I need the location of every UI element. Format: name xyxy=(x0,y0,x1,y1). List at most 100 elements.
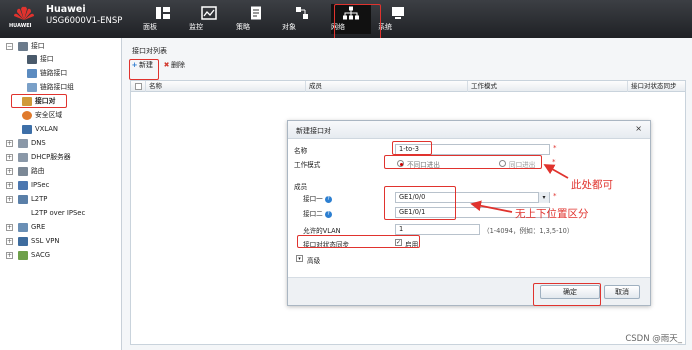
link-interface-icon xyxy=(27,69,37,78)
sidebar-item-l2tp-over-ipsec[interactable]: L2TP over IPSec xyxy=(0,207,122,220)
annotation-note-order: 无上下位置区分 xyxy=(515,208,589,220)
sidebar-item-gre[interactable]: + GRE xyxy=(0,221,122,234)
dialog-title: 新建接口对 xyxy=(296,127,331,135)
column-members[interactable]: 成员 xyxy=(305,81,467,92)
highlight-add-button xyxy=(129,59,159,80)
help-icon[interactable]: ? xyxy=(324,210,332,218)
chevron-down-icon[interactable]: ▾ xyxy=(538,192,549,203)
select-all-checkbox[interactable] xyxy=(135,83,142,90)
policy-icon xyxy=(251,6,261,20)
l2tp-icon xyxy=(18,195,28,204)
collapse-icon[interactable]: − xyxy=(6,43,13,50)
sidebar-item-security-zone[interactable]: 安全区域 xyxy=(0,109,122,122)
device-model: USG6000V1-ENSP xyxy=(46,16,123,26)
expand-icon[interactable]: + xyxy=(6,168,13,175)
sacg-icon xyxy=(18,251,28,260)
required-mark: * xyxy=(552,158,556,166)
interface-icon xyxy=(18,42,28,51)
highlight-ok-button xyxy=(533,283,601,306)
dashboard-icon xyxy=(156,7,170,19)
column-name[interactable]: 名称 xyxy=(145,81,305,92)
annotation-note-either: 此处都可 xyxy=(571,179,613,191)
nav-dashboard[interactable]: 面板 xyxy=(143,4,183,34)
expand-icon[interactable]: + xyxy=(6,154,13,161)
sidebar-item-dhcp-server[interactable]: + DHCP服务器 xyxy=(0,151,122,164)
device-title: Huawei xyxy=(46,4,86,15)
sidebar-item-ipsec[interactable]: + IPSec xyxy=(0,179,122,192)
highlight-name-input xyxy=(392,141,432,155)
nav-policy[interactable]: 策略 xyxy=(236,4,276,34)
cancel-button[interactable]: 取消 xyxy=(604,285,640,299)
column-work-mode[interactable]: 工作模式 xyxy=(467,81,627,92)
sidebar-item-vxlan[interactable]: VXLAN xyxy=(0,123,122,136)
if2-label: 接口二? xyxy=(303,208,332,218)
expand-icon[interactable]: + xyxy=(6,196,13,203)
device-info: Huawei USG6000V1-ENSP xyxy=(46,4,122,26)
gre-icon xyxy=(18,223,28,232)
nav-label: 面板 xyxy=(143,23,157,31)
close-icon[interactable]: × xyxy=(635,124,642,133)
vlan-label: 允许的VLAN xyxy=(303,227,341,235)
allowed-vlan-input[interactable]: 1 xyxy=(395,224,480,235)
vlan-hint: （1-4094，例如：1,3,5-10） xyxy=(483,227,574,235)
highlight-state-sync xyxy=(297,235,420,248)
route-icon xyxy=(18,167,28,176)
system-icon xyxy=(392,7,404,19)
interface-icon xyxy=(27,55,37,64)
expand-icon[interactable]: + xyxy=(6,182,13,189)
nav-system[interactable]: 系统 xyxy=(378,4,418,34)
sidebar-item-interface-group[interactable]: − 接口 xyxy=(0,40,122,53)
expand-icon[interactable]: + xyxy=(6,252,13,259)
sidebar-item-dns[interactable]: + DNS xyxy=(0,137,122,150)
security-zone-icon xyxy=(22,111,32,120)
advanced-toggle-icon[interactable]: ▾ xyxy=(296,255,303,262)
dialog-header: 新建接口对 × xyxy=(288,121,650,139)
sidebar: − 接口 接口 链路接口 链路接口组 接口对 安全区域 VXLAN + DNS … xyxy=(0,38,122,350)
required-mark: * xyxy=(553,192,557,200)
required-mark: * xyxy=(553,144,557,152)
sidebar-item-l2tp[interactable]: + L2TP xyxy=(0,193,122,206)
page-title: 接口对列表 xyxy=(132,47,167,55)
sidebar-item-route[interactable]: + 路由 xyxy=(0,165,122,178)
nav-object[interactable]: 对象 xyxy=(282,4,322,34)
sidebar-item-ssl-vpn[interactable]: + SSL VPN xyxy=(0,235,122,248)
help-icon[interactable]: ? xyxy=(324,195,332,203)
advanced-label[interactable]: 高级 xyxy=(307,255,320,265)
delete-button[interactable]: ✖ 删除 xyxy=(163,60,185,71)
sidebar-item-interface[interactable]: 接口 xyxy=(0,53,122,66)
huawei-flower-icon xyxy=(14,6,34,20)
dns-icon xyxy=(18,139,28,148)
if1-label: 接口一? xyxy=(303,193,332,203)
highlight-work-mode xyxy=(384,155,542,169)
link-group-icon xyxy=(27,83,37,92)
nav-label: 监控 xyxy=(189,23,203,31)
vxlan-icon xyxy=(22,125,32,134)
highlight-interface-pair xyxy=(11,94,67,108)
nav-label: 对象 xyxy=(282,23,296,31)
name-label: 名称 xyxy=(294,147,308,155)
ipsec-icon xyxy=(18,181,28,190)
delete-icon: ✖ xyxy=(163,61,170,69)
new-interface-pair-dialog: 新建接口对 × 名称 1-to-3 * 工作模式 不同口进出 同口进出 * 成员… xyxy=(287,120,651,306)
watermark: CSDN @雨天_ xyxy=(625,334,682,344)
toolbar: + 新建 ✖ 删除 xyxy=(128,58,684,72)
table-header: 名称 成员 工作模式 接口对状态同步 xyxy=(131,81,685,92)
members-label: 成员 xyxy=(294,183,308,191)
highlight-interfaces xyxy=(384,186,456,220)
expand-icon[interactable]: + xyxy=(6,224,13,231)
sidebar-item-link-interface[interactable]: 链路接口 xyxy=(0,67,122,80)
expand-icon[interactable]: + xyxy=(6,238,13,245)
nav-label: 策略 xyxy=(236,23,250,31)
sidebar-item-sacg[interactable]: + SACG xyxy=(0,249,122,262)
object-icon xyxy=(296,7,308,19)
column-state-sync[interactable]: 接口对状态同步 xyxy=(627,81,687,92)
ssl-vpn-icon xyxy=(18,237,28,246)
mode-label: 工作模式 xyxy=(294,161,321,169)
brand-text: HUAWEI xyxy=(9,23,32,29)
expand-icon[interactable]: + xyxy=(6,140,13,147)
nav-monitor[interactable]: 监控 xyxy=(189,4,229,34)
dhcp-icon xyxy=(18,153,28,162)
sidebar-item-link-interface-group[interactable]: 链路接口组 xyxy=(0,81,122,94)
monitor-icon xyxy=(201,6,217,20)
huawei-logo: HUAWEI xyxy=(6,4,42,34)
